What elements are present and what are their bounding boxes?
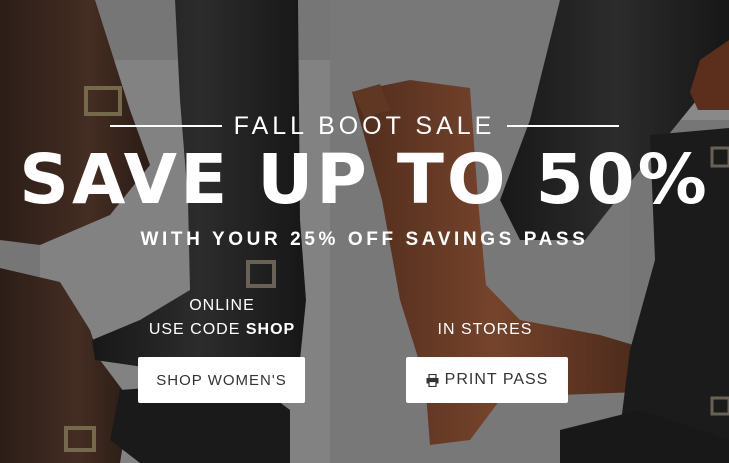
sale-eyebrow: FALL BOOT SALE: [0, 113, 729, 139]
print-pass-label: PRINT PASS: [444, 371, 549, 388]
online-offer: ONLINE USE CODE SHOP: [96, 294, 348, 342]
code-prefix: USE CODE: [148, 321, 241, 338]
in-stores-label: IN STORES: [437, 321, 533, 338]
promo-code: SHOP: [245, 321, 296, 338]
promo-banner[interactable]: FALL BOOT SALE SAVE UP TO 50% WITH YOUR …: [0, 0, 729, 463]
sale-headline: SAVE UP TO 50%: [19, 140, 710, 220]
printer-icon: [426, 373, 439, 387]
savings-pass-subline: WITH YOUR 25% OFF SAVINGS PASS: [140, 229, 589, 250]
online-label: ONLINE: [189, 297, 255, 314]
eyebrow-rule-left: [109, 125, 222, 127]
shop-womens-label: SHOP WOMEN'S: [156, 371, 287, 389]
shop-womens-button[interactable]: SHOP WOMEN'S: [138, 357, 305, 403]
promo-code-line: USE CODE SHOP: [96, 318, 348, 342]
sale-title: FALL BOOT SALE: [233, 112, 496, 140]
eyebrow-rule-right: [507, 125, 620, 127]
print-pass-button[interactable]: PRINT PASS: [406, 357, 568, 403]
